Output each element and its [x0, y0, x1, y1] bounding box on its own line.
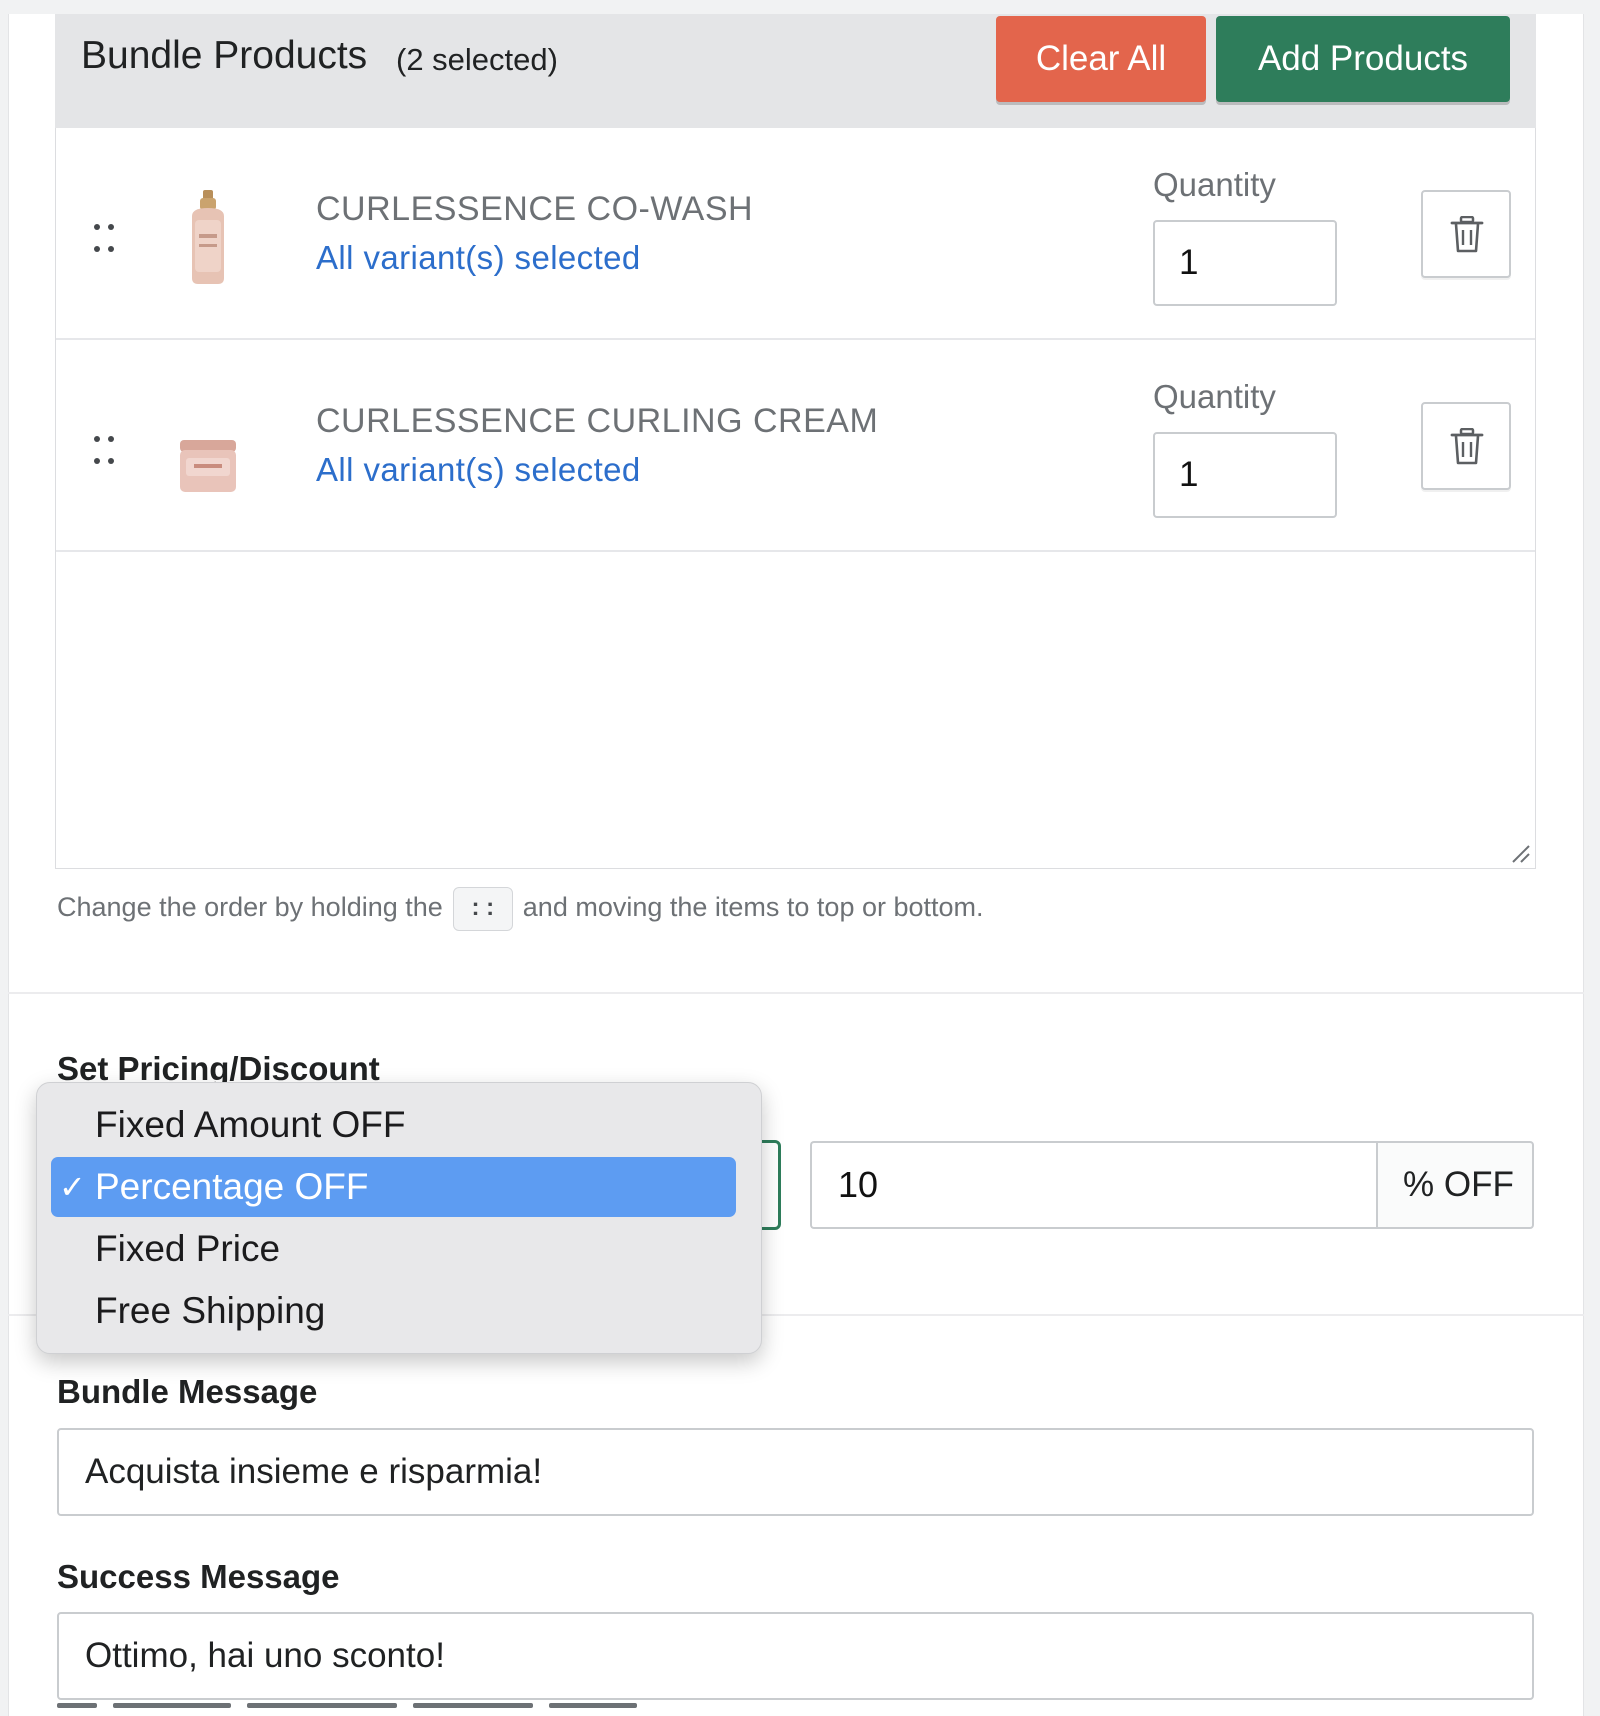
product-row: CURLESSENCE CO-WASH All variant(s) selec…: [56, 128, 1535, 340]
delete-product-button[interactable]: [1421, 402, 1511, 490]
truncated-help-text: [57, 1703, 677, 1716]
option-fixed-price[interactable]: Fixed Price: [51, 1219, 736, 1279]
success-message-label: Success Message: [57, 1558, 340, 1595]
success-message-input[interactable]: [57, 1612, 1534, 1700]
product-thumbnail: [178, 436, 238, 501]
bundle-products-title: Bundle Products: [81, 34, 368, 77]
option-label: Percentage OFF: [95, 1166, 369, 1207]
option-percentage-off[interactable]: ✓ Percentage OFF: [51, 1157, 736, 1217]
drag-handle-icon[interactable]: [94, 436, 120, 470]
option-label: Fixed Amount OFF: [95, 1104, 406, 1145]
help-text-after: and moving the items to top or bottom.: [522, 892, 984, 923]
option-label: Free Shipping: [95, 1290, 326, 1331]
product-row: CURLESSENCE CURLING CREAM All variant(s)…: [56, 340, 1535, 552]
section-divider: [8, 992, 1584, 994]
bundle-message-label: Bundle Message: [57, 1373, 318, 1410]
help-text-before: Change the order by holding the: [57, 892, 443, 923]
add-products-button[interactable]: Add Products: [1216, 16, 1510, 102]
bundle-products-header: Bundle Products (2 selected) Clear All A…: [55, 14, 1536, 128]
selected-count: (2 selected): [396, 42, 558, 77]
quantity-input[interactable]: [1153, 220, 1337, 306]
discount-value-input[interactable]: [810, 1141, 1376, 1229]
trash-icon: [1450, 428, 1484, 465]
trash-icon: [1450, 216, 1484, 253]
option-label: Fixed Price: [95, 1228, 281, 1269]
product-thumbnail: [178, 190, 238, 291]
discount-suffix: % OFF: [1376, 1141, 1534, 1229]
resize-grip-icon[interactable]: [1509, 842, 1531, 864]
clear-all-button[interactable]: Clear All: [996, 16, 1206, 102]
product-name: CURLESSENCE CO-WASH: [316, 190, 754, 228]
variants-link[interactable]: All variant(s) selected: [316, 239, 641, 277]
checkmark-icon: ✓: [59, 1169, 86, 1205]
drag-key-hint: : :: [452, 887, 513, 931]
reorder-help-text: Change the order by holding the : : and mo…: [57, 887, 984, 931]
quantity-label: Quantity: [1153, 378, 1276, 415]
product-list: CURLESSENCE CO-WASH All variant(s) selec…: [55, 128, 1536, 869]
drag-handle-icon[interactable]: [94, 224, 120, 258]
top-strip: [0, 0, 1600, 14]
quantity-label: Quantity: [1153, 166, 1276, 203]
discount-type-menu: Fixed Amount OFF ✓ Percentage OFF Fixed …: [36, 1082, 762, 1354]
variants-link[interactable]: All variant(s) selected: [316, 451, 641, 489]
product-name: CURLESSENCE CURLING CREAM: [316, 402, 879, 440]
bundle-message-input[interactable]: [57, 1428, 1534, 1516]
option-free-shipping[interactable]: Free Shipping: [51, 1281, 736, 1341]
quantity-input[interactable]: [1153, 432, 1337, 518]
option-fixed-amount-off[interactable]: Fixed Amount OFF: [51, 1095, 736, 1155]
delete-product-button[interactable]: [1421, 190, 1511, 278]
